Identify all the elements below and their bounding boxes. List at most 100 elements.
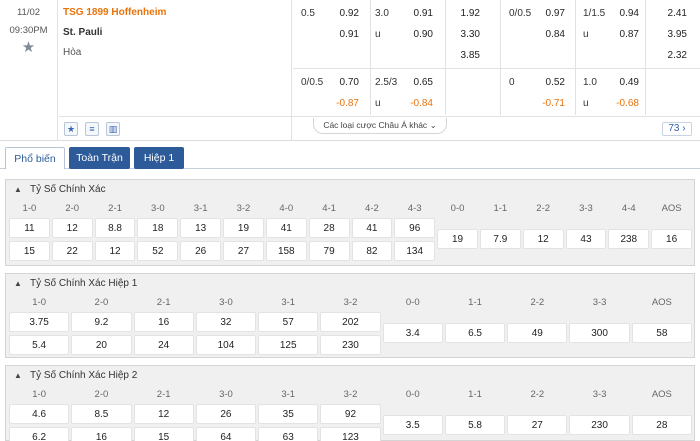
- odds-cell[interactable]: 27: [507, 415, 568, 435]
- odds-cell[interactable]: 19: [437, 229, 478, 249]
- odds-cell[interactable]: 15: [9, 241, 50, 261]
- odds-cell[interactable]: 28: [308, 218, 350, 238]
- odds-cell[interactable]: 32: [195, 312, 257, 332]
- odds-cell[interactable]: 43: [565, 229, 607, 249]
- odds-cell[interactable]: 58: [631, 323, 692, 343]
- odds-cell[interactable]: 26: [195, 404, 257, 424]
- odds-value[interactable]: -0.87: [329, 93, 359, 115]
- odds-value[interactable]: 2.41: [665, 3, 687, 25]
- odds-value[interactable]: 0.91: [403, 3, 433, 25]
- odds-cell[interactable]: 11: [9, 218, 50, 238]
- home-team-name[interactable]: TSG 1899 Hoffenheim: [63, 7, 166, 18]
- odds-cell[interactable]: 22: [51, 241, 93, 261]
- odds-value[interactable]: 0.97: [535, 3, 565, 25]
- odds-cell[interactable]: 19: [223, 218, 264, 238]
- odds-cell[interactable]: 3.75: [9, 312, 70, 332]
- odds-cell[interactable]: 13: [180, 218, 222, 238]
- odds-cell[interactable]: 15: [133, 427, 194, 441]
- tab-toan-tran[interactable]: Toàn Trận: [69, 147, 130, 169]
- odds-value[interactable]: 0.52: [535, 72, 565, 94]
- odds-cell[interactable]: 123: [320, 427, 381, 441]
- stats-icon[interactable]: ▥: [106, 122, 120, 136]
- odds-value[interactable]: [403, 45, 433, 67]
- odds-cell[interactable]: 238: [608, 229, 650, 249]
- odds-cell[interactable]: 158: [265, 241, 307, 261]
- odds-value[interactable]: 0.84: [535, 24, 565, 46]
- odds-value[interactable]: -0.68: [609, 93, 639, 115]
- odds-cell[interactable]: 12: [51, 218, 93, 238]
- star-icon[interactable]: ★: [64, 122, 78, 136]
- odds-value[interactable]: 0.49: [609, 72, 639, 94]
- odds-cell[interactable]: 12: [522, 229, 564, 249]
- odds-cell[interactable]: 16: [651, 229, 692, 249]
- odds-cell[interactable]: 4.6: [9, 404, 70, 424]
- odds-cell[interactable]: 27: [223, 241, 264, 261]
- odds-value[interactable]: 0.91: [329, 24, 359, 46]
- odds-value[interactable]: [458, 93, 480, 115]
- odds-cell[interactable]: 63: [258, 427, 319, 441]
- odds-value[interactable]: 2.32: [665, 45, 687, 67]
- odds-value[interactable]: [665, 72, 687, 94]
- odds-value[interactable]: [609, 45, 639, 67]
- odds-cell[interactable]: 52: [137, 241, 179, 261]
- odds-cell[interactable]: 41: [351, 218, 393, 238]
- collapse-chevron-icon[interactable]: ▲: [14, 366, 22, 386]
- odds-cell[interactable]: 57: [258, 312, 319, 332]
- odds-cell[interactable]: 49: [507, 323, 568, 343]
- odds-cell[interactable]: 6.5: [444, 323, 506, 343]
- odds-cell[interactable]: 12: [94, 241, 136, 261]
- odds-value[interactable]: [665, 93, 687, 115]
- market-count-badge[interactable]: 73 ›: [662, 122, 692, 136]
- odds-cell[interactable]: 92: [320, 404, 381, 424]
- odds-cell[interactable]: 7.9: [479, 229, 521, 249]
- odds-cell[interactable]: 41: [265, 218, 307, 238]
- odds-cell[interactable]: 230: [320, 335, 381, 355]
- odds-cell[interactable]: 82: [351, 241, 393, 261]
- odds-cell[interactable]: 64: [195, 427, 257, 441]
- odds-cell[interactable]: 3.4: [382, 323, 443, 343]
- odds-cell[interactable]: 20: [71, 335, 132, 355]
- odds-value[interactable]: [458, 72, 480, 94]
- odds-cell[interactable]: 96: [394, 218, 436, 238]
- tab-hiep-1[interactable]: Hiệp 1: [134, 147, 184, 169]
- odds-value[interactable]: 0.87: [609, 24, 639, 46]
- odds-cell[interactable]: 8.8: [94, 218, 136, 238]
- odds-value[interactable]: -0.84: [403, 93, 433, 115]
- odds-cell[interactable]: 28: [631, 415, 692, 435]
- odds-cell[interactable]: 24: [133, 335, 194, 355]
- odds-cell[interactable]: 104: [195, 335, 257, 355]
- odds-cell[interactable]: 26: [180, 241, 222, 261]
- odds-cell[interactable]: 202: [320, 312, 381, 332]
- odds-value[interactable]: 0.94: [609, 3, 639, 25]
- odds-cell[interactable]: 6.2: [9, 427, 70, 441]
- odds-cell[interactable]: 18: [137, 218, 179, 238]
- away-team-name[interactable]: St. Pauli: [63, 27, 102, 38]
- odds-cell[interactable]: 16: [133, 312, 194, 332]
- market-header[interactable]: ▲ Tỷ Số Chính Xác: [6, 180, 694, 200]
- market-header[interactable]: ▲ Tỷ Số Chính Xác Hiệp 1: [6, 274, 694, 294]
- odds-value[interactable]: [329, 45, 359, 67]
- collapse-chevron-icon[interactable]: ▲: [14, 274, 22, 294]
- odds-cell[interactable]: 5.8: [444, 415, 506, 435]
- odds-value[interactable]: 3.30: [458, 24, 480, 46]
- odds-cell[interactable]: 125: [258, 335, 319, 355]
- odds-value[interactable]: -0.71: [535, 93, 565, 115]
- odds-cell[interactable]: 9.2: [71, 312, 132, 332]
- odds-cell[interactable]: 12: [133, 404, 194, 424]
- odds-value[interactable]: 3.95: [665, 24, 687, 46]
- market-header[interactable]: ▲ Tỷ Số Chính Xác Hiệp 2: [6, 366, 694, 386]
- more-bets-button[interactable]: Các loại cược Châu Á khác ⌄: [313, 118, 447, 134]
- odds-cell[interactable]: 8.5: [71, 404, 132, 424]
- collapse-chevron-icon[interactable]: ▲: [14, 180, 22, 200]
- odds-value[interactable]: 0.90: [403, 24, 433, 46]
- odds-value[interactable]: 3.85: [458, 45, 480, 67]
- odds-cell[interactable]: 134: [394, 241, 436, 261]
- odds-value[interactable]: [535, 45, 565, 67]
- tab-pho-bien[interactable]: Phổ biến: [5, 147, 65, 170]
- odds-value[interactable]: 0.65: [403, 72, 433, 94]
- odds-cell[interactable]: 35: [258, 404, 319, 424]
- odds-cell[interactable]: 3.5: [382, 415, 443, 435]
- odds-cell[interactable]: 300: [569, 323, 630, 343]
- odds-cell[interactable]: 16: [71, 427, 132, 441]
- odds-value[interactable]: 0.92: [329, 3, 359, 25]
